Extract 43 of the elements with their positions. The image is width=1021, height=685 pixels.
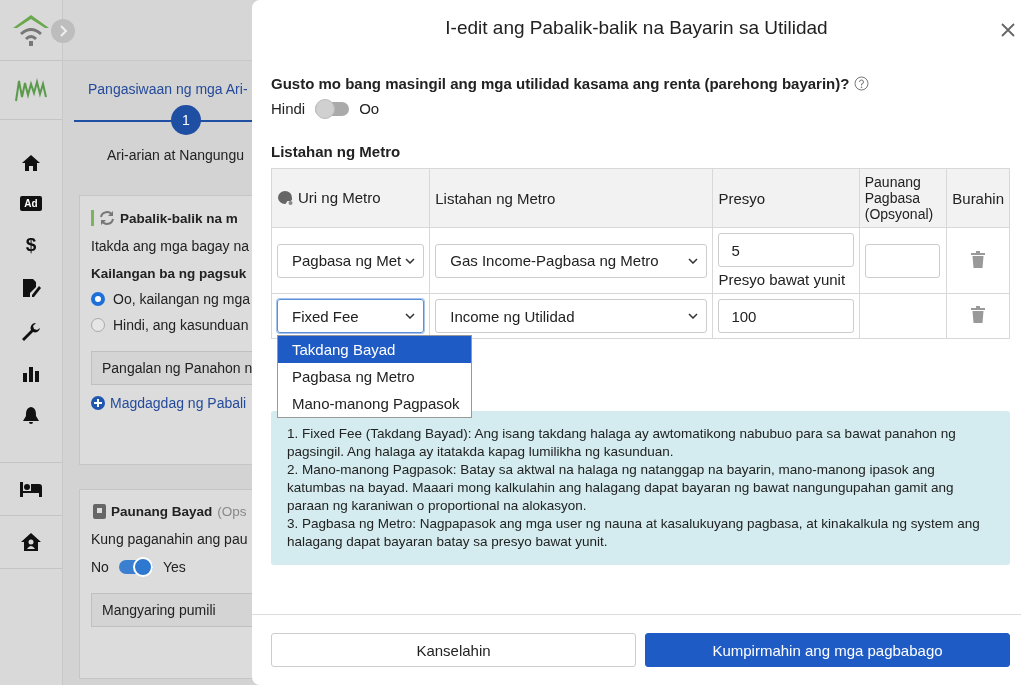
toggle-off-label: Hindi [271,100,306,117]
card-question: Kung paganahin ang pau [91,531,248,547]
meter-list-select[interactable]: Income ng Utilidad [435,299,708,333]
select-field[interactable]: Mangyaring pumili [91,593,253,627]
period-name-field[interactable]: Pangalan ng Panahon n [91,351,253,385]
info-paragraph: 1. Fixed Fee (Takdang Bayad): Ang isang takdang halaga ay awtomatikong nabubuo para sa bawat panahon ng pagsingil. Ang halaga ay itatakda kapag lumilikha ng kasunduan. [287,425,957,461]
dollar-icon[interactable]: $ [25,235,37,254]
card-title: Pabalik-balik na m [120,210,238,226]
dropdown-option[interactable]: Pagbasa ng Metro [278,363,471,390]
info-paragraph: 3. Pagbasa ng Metro: Nagpapasok ang mga user ng nauna at kasalukuyang pagbasa, at kinakalkula ng system ang halagang dapat bayaran batay sa presyo bawat yunit. [287,515,981,551]
step-label: Ari-arian at Nangungu [107,147,244,163]
confirm-button[interactable]: Kumpirmahin ang mga pagbabago [645,633,1010,667]
price-hint: Presyo bawat yunit [718,271,847,288]
column-header: Listahan ng Metro [429,168,713,228]
radio-label: Hindi, ang kasunduan [113,317,249,333]
card-title-note: (Ops [217,504,247,519]
card-title: Paunang Bayad [111,504,213,519]
section-title: Listahan ng Metro [271,143,402,160]
column-header: Burahin [946,168,1010,228]
dropdown-option[interactable]: Mano-manong Pagpasok [278,390,471,417]
breadcrumb-link[interactable]: Pangasiwaan ng mga Ari- [79,81,248,97]
question-label: Gusto mo bang masingil ang mga utilidad kasama ang renta (parehong bayarin)? [271,75,850,92]
toggle-on-label: Yes [162,559,186,575]
meter-type-select[interactable]: Pagbasa ng Met [277,243,425,278]
column-header: Paunang Pagbasa (Opsyonal) [859,168,947,228]
price-field[interactable]: 100 [718,299,854,333]
cancel-button[interactable]: Kanselahin [271,633,636,667]
toggle-off-label: No [91,559,109,575]
add-link[interactable]: Magdagdag ng Pabali [110,395,247,411]
column-header: Uri ng Metro [271,168,430,228]
meter-type-select[interactable]: Fixed Fee [277,299,425,333]
column-header: Presyo [712,168,860,228]
radio-label: Oo, kailangan ng mga [113,291,250,307]
dialog-title: I-edit ang Pabalik-balik na Bayarin sa Utilidad [445,16,828,39]
info-paragraph: 2. Mano-manong Pagpasok: Batay sa aktwal na halaga ng natanggap na bayarin, mano-manong ipasok ang katumbas na bayad. Maaari mong kalkulahin ang halagang dapat bayaran ng bawat nangungupahan gamit ang paraan ng karaniwan o proportional na alokasyon. [287,461,955,515]
ad-icon[interactable]: Ad [20,196,42,211]
price-field[interactable]: 5 [718,233,854,267]
step-number: 1 [171,105,201,135]
card-description: Itakda ang mga bagay na [91,238,249,254]
card-question: Kailangan ba ng pagsuk [91,266,247,281]
dropdown-option[interactable]: Takdang Bayad [278,336,471,363]
meter-list-select[interactable]: Gas Income-Pagbasa ng Metro [435,243,708,278]
toggle-on-label: Oo [359,100,380,117]
